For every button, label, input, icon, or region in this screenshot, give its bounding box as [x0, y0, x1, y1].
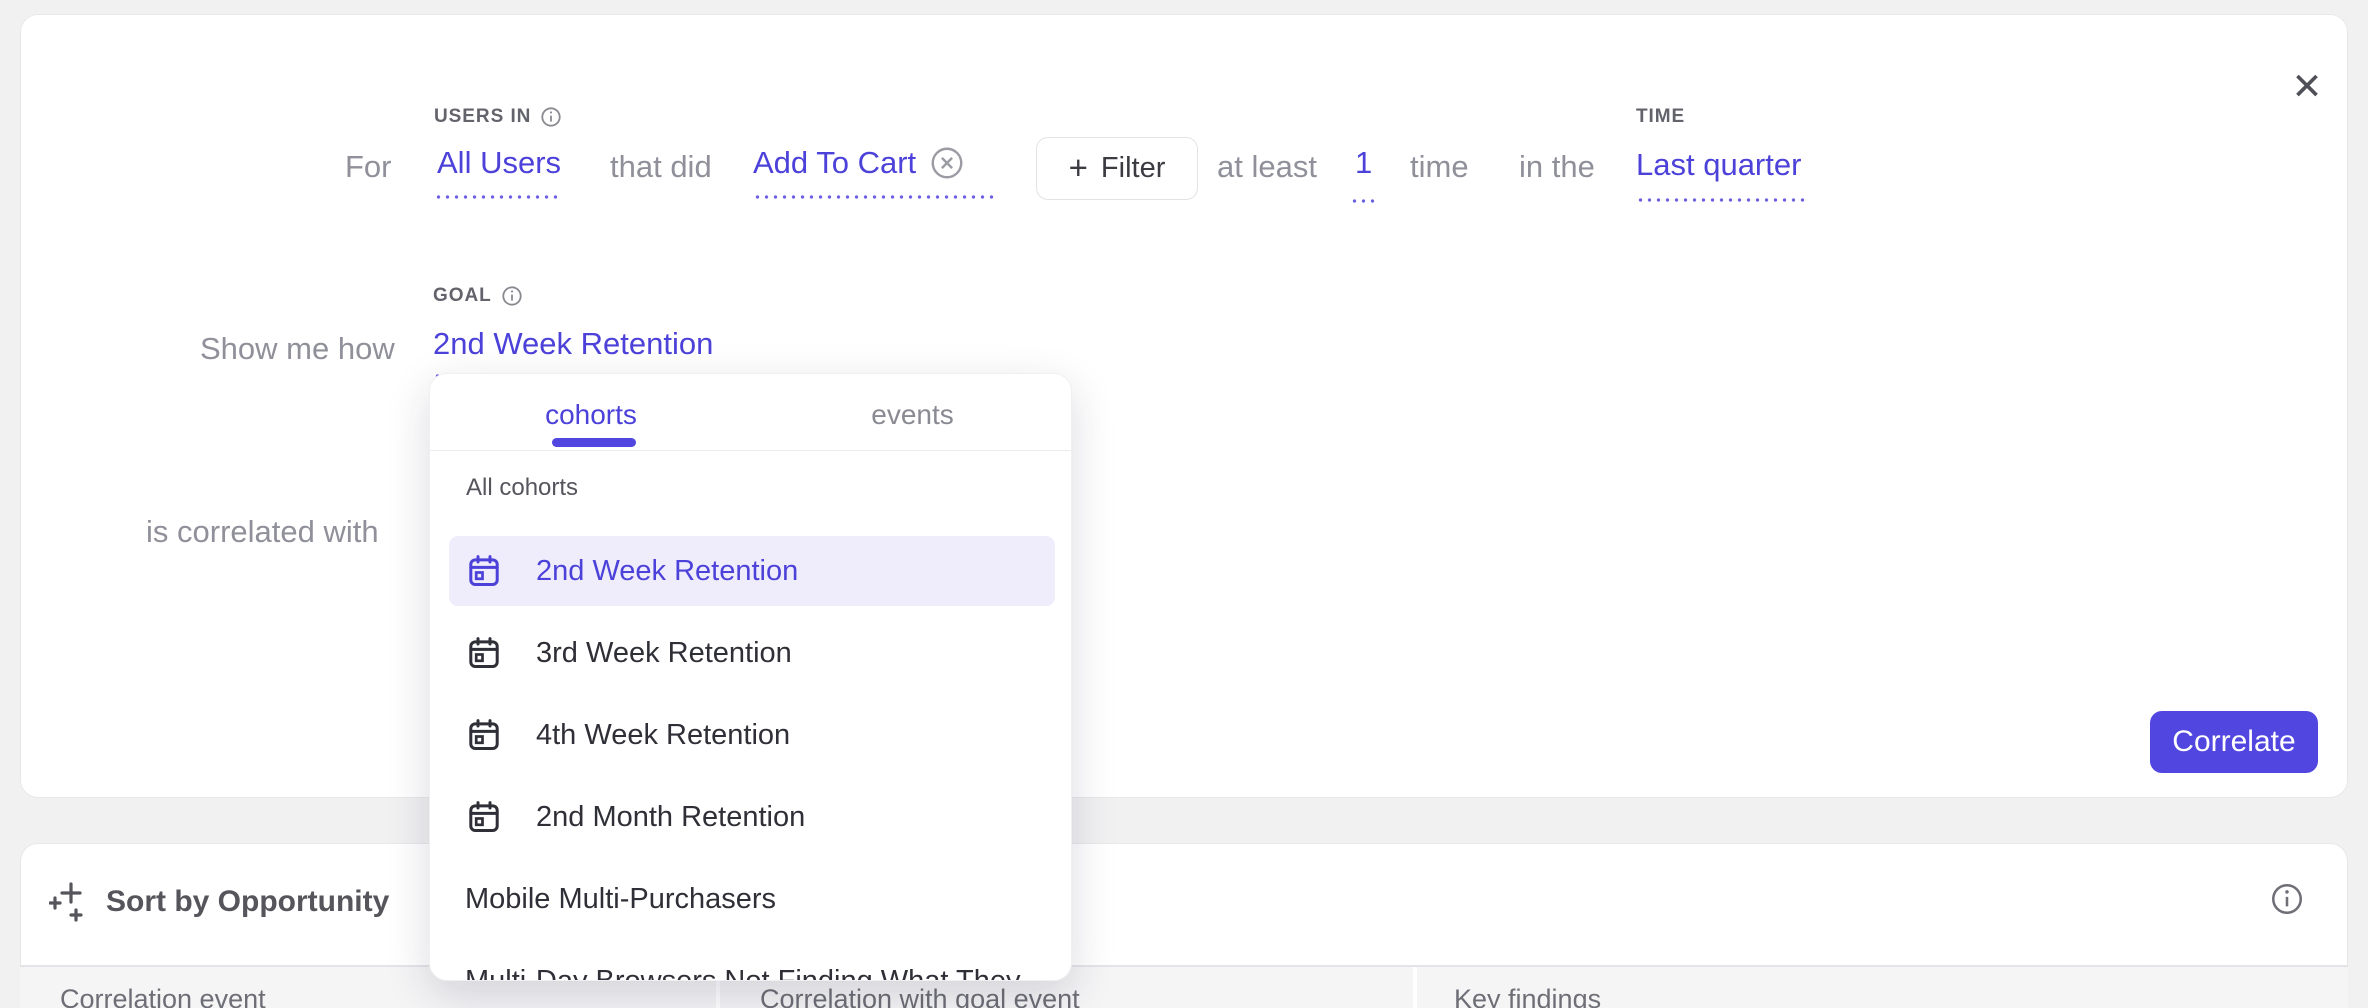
time-word: time — [1410, 149, 1469, 185]
dotted-underline — [753, 195, 997, 199]
times-count-selector[interactable]: 1 — [1355, 145, 1372, 181]
for-word: For — [345, 149, 392, 185]
sort-by-opportunity-label: Sort by Opportunity — [106, 885, 389, 919]
goal-selector[interactable]: 2nd Week Retention — [433, 326, 713, 362]
add-filter-label: Filter — [1101, 152, 1165, 185]
close-button[interactable]: ✕ — [2281, 61, 2333, 113]
is-correlated-with-word: is correlated with — [146, 514, 379, 550]
time-label: TIME — [1636, 106, 1685, 128]
users-in-label: USERS IN — [434, 106, 562, 128]
list-item-label: Mobile Multi-Purchasers — [465, 883, 776, 916]
info-icon — [501, 285, 523, 307]
list-item[interactable]: 4th Week Retention — [449, 700, 1055, 770]
list-item[interactable]: 2nd Week Retention — [449, 536, 1055, 606]
at-least-word: at least — [1217, 149, 1317, 185]
calendar-icon — [466, 799, 502, 835]
column-header-key-findings: Key findings — [1417, 967, 2348, 1008]
add-filter-button[interactable]: + Filter — [1036, 137, 1198, 200]
dotted-underline — [434, 195, 562, 199]
in-the-word: in the — [1519, 149, 1595, 185]
list-item[interactable]: Mobile Multi-Purchasers — [449, 864, 1055, 934]
dropdown-tabbar: cohorts events — [430, 374, 1071, 451]
sort-by-opportunity-button[interactable]: Sort by Opportunity — [49, 880, 389, 924]
list-item-label: 2nd Week Retention — [536, 555, 798, 588]
calendar-icon — [466, 717, 502, 753]
tab-events[interactable]: events — [752, 374, 1072, 451]
table-header-row: Correlation event Correlation with goal … — [20, 965, 2348, 1008]
active-tab-indicator — [552, 438, 636, 447]
that-did-word: that did — [610, 149, 712, 185]
list-item-label: 2nd Month Retention — [536, 801, 805, 834]
calendar-icon — [466, 553, 502, 589]
correlate-builder-card: For USERS IN All Users that did Add To C… — [20, 14, 2348, 798]
remove-event-icon[interactable] — [929, 145, 965, 181]
goal-selector-dropdown: cohorts events All cohorts 2nd Week Rete… — [429, 373, 1072, 981]
plus-icon: + — [1069, 151, 1088, 184]
dotted-underline — [1636, 198, 1810, 202]
time-range-selector[interactable]: Last quarter — [1636, 147, 1801, 183]
info-icon — [540, 106, 562, 128]
event-selector[interactable]: Add To Cart — [753, 145, 965, 181]
show-me-how-word: Show me how — [200, 331, 395, 367]
users-in-label-text: USERS IN — [434, 106, 531, 128]
goal-label-text: GOAL — [433, 285, 492, 307]
cohort-selector[interactable]: All Users — [437, 145, 561, 181]
list-item-label: 3rd Week Retention — [536, 637, 792, 670]
calendar-icon — [466, 635, 502, 671]
info-icon[interactable] — [2270, 882, 2304, 916]
section-label: All cohorts — [466, 474, 578, 502]
list-item-label: 4th Week Retention — [536, 719, 790, 752]
sparkle-plus-icon — [49, 880, 89, 924]
event-selector-label: Add To Cart — [753, 145, 916, 181]
list-item[interactable]: 2nd Month Retention — [449, 782, 1055, 852]
correlate-button[interactable]: Correlate — [2150, 711, 2318, 773]
list-item-label: Multi-Day Browsers Not Finding What They — [465, 965, 1020, 982]
list-item[interactable]: Multi-Day Browsers Not Finding What They — [449, 946, 1055, 981]
list-item[interactable]: 3rd Week Retention — [449, 618, 1055, 688]
goal-label: GOAL — [433, 285, 523, 307]
dotted-underline — [1350, 199, 1377, 203]
